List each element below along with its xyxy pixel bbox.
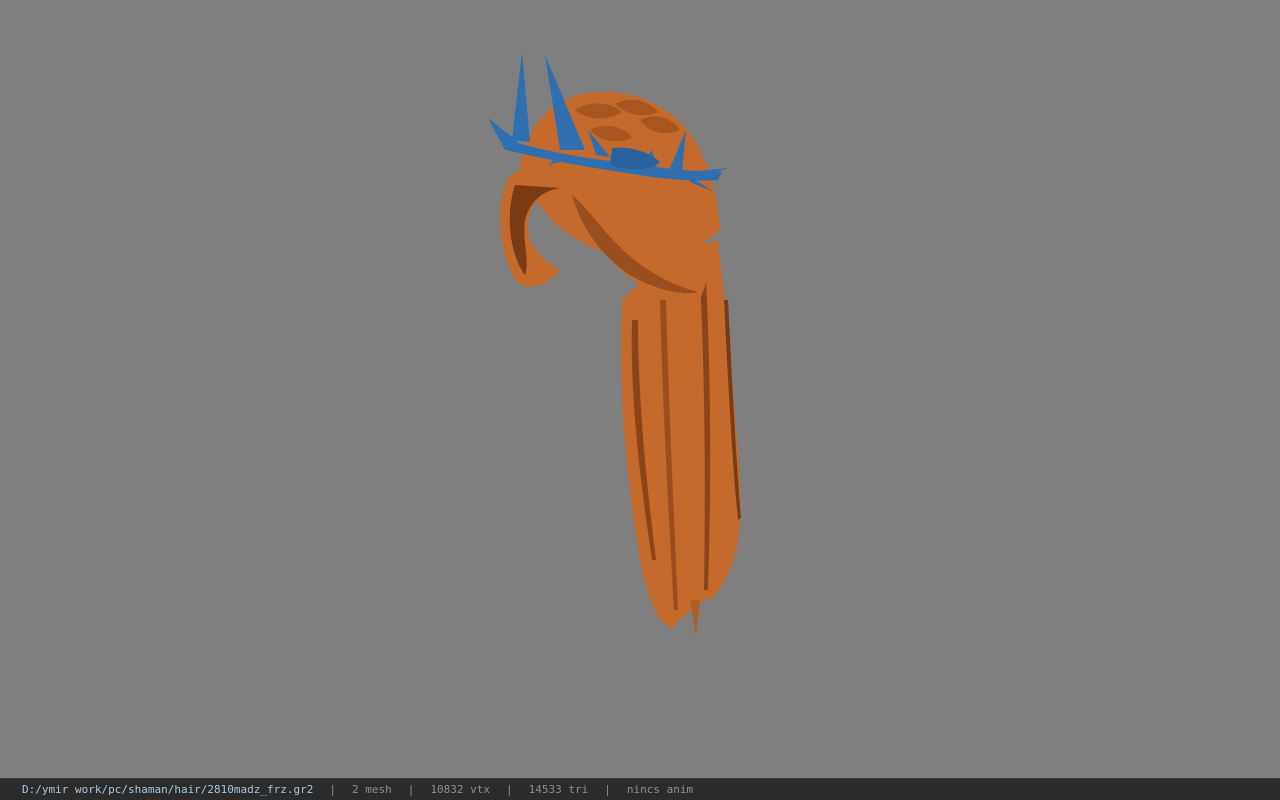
hair-strand-tip	[690, 600, 700, 636]
status-bar: D:/ymir work/pc/shaman/hair/2810madz_frz…	[0, 778, 1280, 800]
vertex-count: 10832 vtx	[430, 783, 491, 796]
status-separator: |	[329, 783, 337, 796]
status-separator: |	[506, 783, 513, 796]
status-separator: |	[407, 783, 415, 796]
anim-status: nincs anim	[626, 783, 694, 796]
model-render	[488, 52, 741, 636]
crown-spike-1	[512, 52, 530, 142]
status-separator: |	[604, 783, 611, 796]
file-path: D:/ymir work/pc/shaman/hair/2810madz_frz…	[22, 783, 314, 796]
mesh-count: 2 mesh	[352, 783, 392, 796]
3d-viewport[interactable]	[0, 0, 1280, 778]
triangle-count: 14533 tri	[528, 783, 589, 796]
